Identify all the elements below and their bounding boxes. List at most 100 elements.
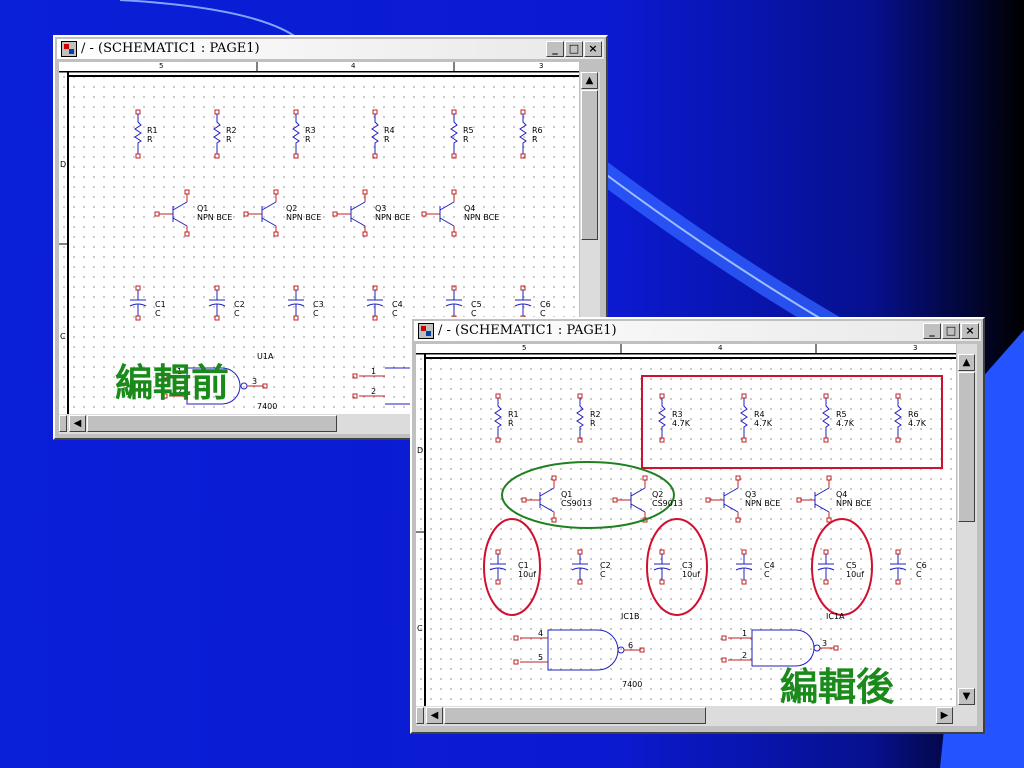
capacitor-value: C — [234, 309, 240, 318]
border-mark: C — [60, 332, 66, 341]
gate-part: 7400 — [257, 402, 278, 411]
gate-ref: IC1A — [826, 612, 845, 621]
capacitor-ref: C5 — [471, 300, 482, 309]
resistor-ref: R5 — [463, 126, 474, 135]
resistor-ref: R2 — [590, 410, 601, 419]
resistor-ref: R6 — [532, 126, 543, 135]
resistor-value: R — [532, 135, 538, 144]
transistor-ref: Q3 — [745, 490, 757, 499]
transistor-ref: Q4 — [464, 204, 476, 213]
resistor-value: 4.7K — [672, 419, 690, 428]
scroll-thumb[interactable] — [958, 372, 975, 522]
gate-ref: IC1B — [621, 612, 640, 621]
scroll-thumb[interactable] — [87, 415, 337, 432]
resistor-value: R — [147, 135, 153, 144]
scroll-thumb[interactable] — [581, 90, 598, 240]
transistor-ref: Q1 — [197, 204, 209, 213]
capacitor-value: C — [764, 570, 770, 579]
scroll-right-button[interactable]: ▶ — [936, 707, 953, 724]
title-bar[interactable]: / - (SCHEMATIC1 : PAGE1) _ □ × — [414, 321, 981, 341]
transistor-value: CS9013 — [652, 499, 684, 508]
title-bar[interactable]: / - (SCHEMATIC1 : PAGE1) _ □ × — [57, 39, 604, 59]
scroll-left-button[interactable]: ◀ — [426, 707, 443, 724]
capacitor-value: C — [916, 570, 922, 579]
close-button[interactable]: × — [584, 41, 602, 57]
transistor-ref: Q4 — [836, 490, 848, 499]
transistor-ref: Q3 — [375, 204, 387, 213]
maximize-button[interactable]: □ — [942, 323, 960, 339]
minimize-button[interactable]: _ — [923, 323, 941, 339]
capacitor-ref: C6 — [540, 300, 551, 309]
scroll-down-button[interactable]: ▼ — [958, 688, 975, 705]
capacitor-ref: C4 — [764, 561, 775, 570]
resistor-ref: R6 — [908, 410, 919, 419]
gate-pin: 3 — [252, 377, 258, 386]
capacitor-value: C — [600, 570, 606, 579]
vertical-scrollbar[interactable]: ▲ ▼ — [957, 344, 977, 706]
resistor-value: R — [305, 135, 311, 144]
gate-part: 7400 — [622, 680, 643, 689]
transistor-value: NPN BCE — [375, 213, 411, 222]
capacitor-value: 10uf — [682, 570, 701, 579]
highlight-capacitor-ellipse — [646, 518, 708, 616]
capacitor-ref: C5 — [846, 561, 857, 570]
border-mark: D — [417, 446, 424, 455]
highlight-capacitor-ellipse — [483, 518, 541, 616]
resistor-value: R — [463, 135, 469, 144]
resistor-value: R — [590, 419, 596, 428]
resistor-ref: R3 — [305, 126, 316, 135]
schematic-drawing — [416, 344, 956, 706]
transistor-value: NPN BCE — [745, 499, 781, 508]
app-icon[interactable] — [418, 323, 434, 339]
transistor-value: CS9013 — [561, 499, 593, 508]
resistor-ref: R1 — [147, 126, 158, 135]
schematic-window-after: / - (SCHEMATIC1 : PAGE1) _ □ × 5 4 3 D C… — [410, 317, 985, 734]
scroll-left-button[interactable]: ◀ — [69, 415, 86, 432]
close-button[interactable]: × — [961, 323, 979, 339]
capacitor-value: 10uf — [518, 570, 537, 579]
resistor-value: R — [384, 135, 390, 144]
maximize-button[interactable]: □ — [565, 41, 583, 57]
gate-pin: 3 — [822, 639, 828, 648]
capacitor-value: 10uf — [846, 570, 865, 579]
border-mark: C — [417, 624, 423, 633]
gate-pin: 5 — [538, 653, 544, 662]
scroll-up-button[interactable]: ▲ — [958, 354, 975, 371]
window-title: / - (SCHEMATIC1 : PAGE1) — [438, 323, 617, 338]
highlight-capacitor-ellipse — [811, 518, 873, 616]
resistor-ref: R2 — [226, 126, 237, 135]
transistor-value: NPN BCE — [464, 213, 500, 222]
gate-pin: 1 — [371, 367, 377, 376]
resistor-ref: R5 — [836, 410, 847, 419]
resistor-value: 4.7K — [908, 419, 926, 428]
capacitor-ref: C6 — [916, 561, 927, 570]
capacitor-ref: C4 — [392, 300, 403, 309]
minimize-button[interactable]: _ — [546, 41, 564, 57]
transistor-value: NPN BCE — [836, 499, 872, 508]
gate-pin: 2 — [742, 651, 748, 660]
scroll-track-edge — [416, 707, 424, 724]
scroll-up-button[interactable]: ▲ — [581, 72, 598, 89]
resistor-ref: R4 — [754, 410, 765, 419]
transistor-ref: Q1 — [561, 490, 573, 499]
capacitor-value: C — [313, 309, 319, 318]
after-edit-label: 編輯後 — [780, 664, 895, 709]
scroll-thumb[interactable] — [444, 707, 706, 724]
gate-ref: U1A — [257, 352, 274, 361]
schematic-canvas[interactable]: 5 4 3 — [416, 344, 956, 706]
resistor-value: 4.7K — [754, 419, 772, 428]
transistor-ref: Q2 — [652, 490, 664, 499]
capacitor-value: C — [392, 309, 398, 318]
capacitor-value: C — [155, 309, 161, 318]
transistor-value: NPN BCE — [286, 213, 322, 222]
gate-pin: 1 — [742, 629, 748, 638]
transistor-ref: Q2 — [286, 204, 298, 213]
scroll-track-edge — [59, 415, 67, 432]
resistor-ref: R4 — [384, 126, 395, 135]
capacitor-ref: C2 — [234, 300, 245, 309]
capacitor-ref: C1 — [518, 561, 529, 570]
capacitor-ref: C2 — [600, 561, 611, 570]
app-icon[interactable] — [61, 41, 77, 57]
gate-pin: 4 — [538, 629, 544, 638]
resistor-ref: R3 — [672, 410, 683, 419]
